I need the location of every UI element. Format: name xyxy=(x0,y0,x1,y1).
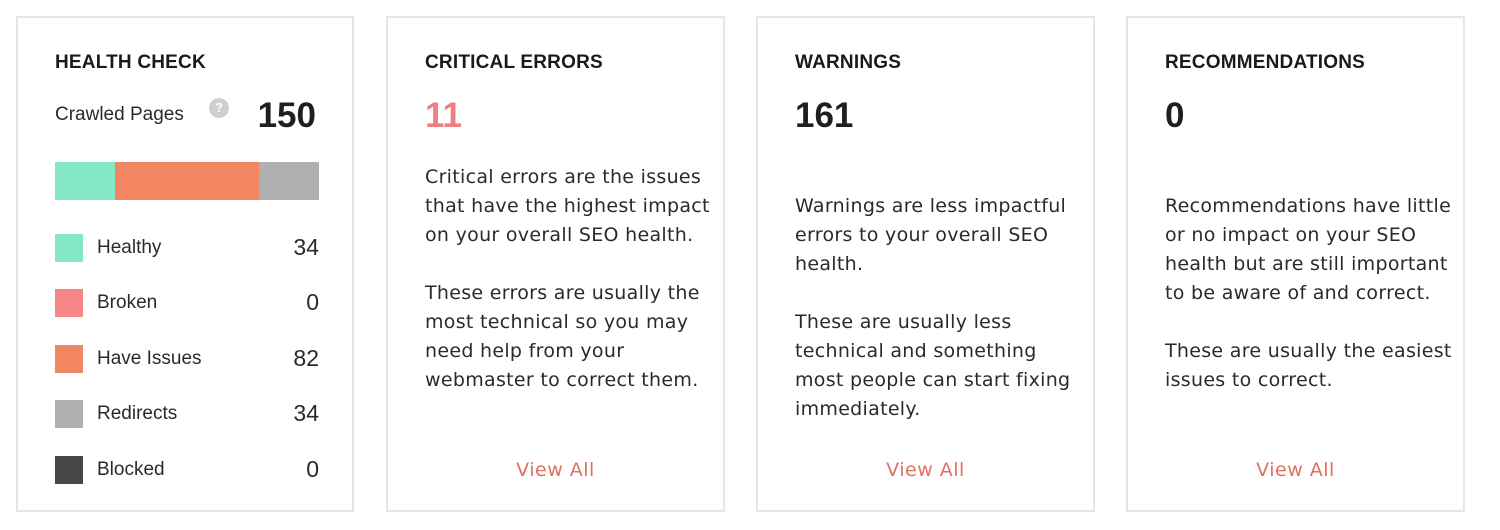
broken-swatch xyxy=(55,289,83,317)
health-check-title: HEALTH CHECK xyxy=(55,52,206,73)
recommendations-title: RECOMMENDATIONS xyxy=(1165,52,1366,73)
warnings-description: Warnings are less impactful errors to yo… xyxy=(795,192,1085,453)
recommendations-count: 0 xyxy=(1165,96,1185,135)
description-paragraph: Critical errors are the issues that have… xyxy=(425,166,710,246)
legend-item-have-issues: Have Issues 82 xyxy=(55,345,319,373)
legend-value: 0 xyxy=(306,456,319,482)
critical-errors-title: CRITICAL ERRORS xyxy=(425,52,603,73)
recommendations-view-all-link[interactable]: View All xyxy=(1128,459,1463,481)
crawled-pages-label: Crawled Pages xyxy=(55,104,184,125)
description-paragraph: Warnings are less impactful errors to yo… xyxy=(795,195,1067,275)
legend-item-healthy: Healthy 34 xyxy=(55,234,319,262)
critical-errors-card: CRITICAL ERRORS 11 Critical errors are t… xyxy=(386,16,725,512)
legend-label: Redirects xyxy=(97,403,178,424)
warnings-card: WARNINGS 161 Warnings are less impactful… xyxy=(756,16,1095,512)
legend-value: 0 xyxy=(306,289,319,315)
critical-errors-view-all-link[interactable]: View All xyxy=(388,459,723,481)
redirects-swatch xyxy=(55,400,83,428)
critical-errors-description: Critical errors are the issues that have… xyxy=(425,163,715,424)
description-paragraph: These are usually less technical and som… xyxy=(795,311,1071,420)
bar-segment-redirects xyxy=(259,162,319,200)
description-paragraph: Recommendations have little or no impact… xyxy=(1165,195,1452,304)
critical-errors-count: 11 xyxy=(425,96,462,135)
legend-value: 34 xyxy=(293,234,319,260)
legend-label: Broken xyxy=(97,292,158,313)
health-check-card: HEALTH CHECK Crawled Pages ? 150 Healthy… xyxy=(16,16,354,512)
bar-segment-healthy xyxy=(55,162,115,200)
healthy-swatch xyxy=(55,234,83,262)
help-icon[interactable]: ? xyxy=(209,98,229,118)
have-issues-swatch xyxy=(55,345,83,373)
legend-value: 82 xyxy=(293,345,319,371)
legend-item-broken: Broken 0 xyxy=(55,289,319,317)
recommendations-card: RECOMMENDATIONS 0 Recommendations have l… xyxy=(1126,16,1465,512)
warnings-count: 161 xyxy=(795,96,854,135)
legend-label: Blocked xyxy=(97,459,165,480)
warnings-title: WARNINGS xyxy=(795,52,902,73)
description-paragraph: These are usually the easiest issues to … xyxy=(1165,340,1452,391)
crawl-status-bar xyxy=(55,162,319,200)
legend-item-redirects: Redirects 34 xyxy=(55,400,319,428)
legend-value: 34 xyxy=(293,400,319,426)
recommendations-description: Recommendations have little or no impact… xyxy=(1165,192,1455,424)
crawled-pages-value: 150 xyxy=(257,96,316,135)
legend-label: Healthy xyxy=(97,237,162,258)
description-paragraph: These errors are usually the most techni… xyxy=(425,282,700,391)
legend-item-blocked: Blocked 0 xyxy=(55,456,319,484)
legend-label: Have Issues xyxy=(97,348,202,369)
bar-segment-have-issues xyxy=(114,162,260,200)
warnings-view-all-link[interactable]: View All xyxy=(758,459,1093,481)
blocked-swatch xyxy=(55,456,83,484)
